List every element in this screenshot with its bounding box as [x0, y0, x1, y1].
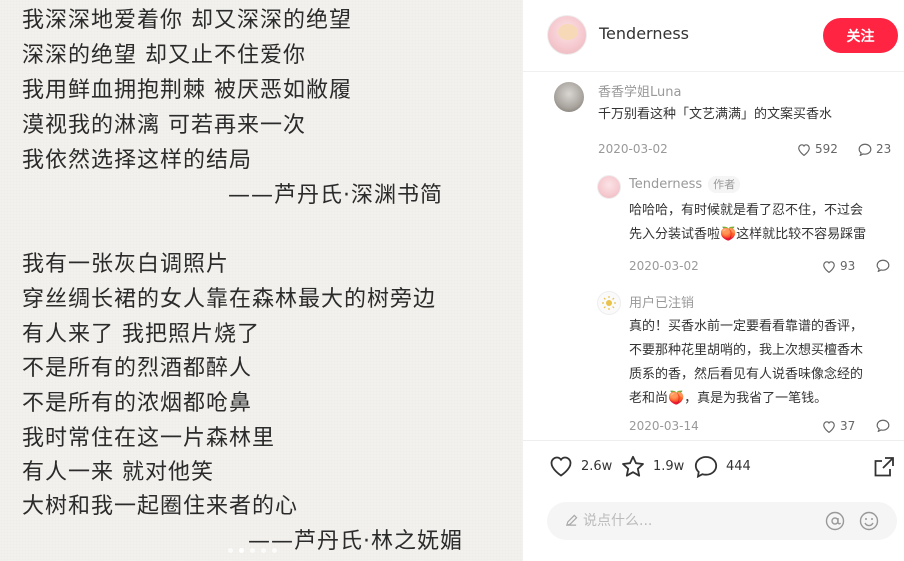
- comment-text-line: 不要那种花里胡哨的，我上次想买檀香木: [629, 343, 864, 358]
- carousel-dot[interactable]: [228, 548, 233, 553]
- avatar[interactable]: [554, 82, 584, 112]
- author-tag: 作者: [708, 176, 741, 193]
- heart-icon: [823, 420, 835, 433]
- reply-count: 23: [876, 142, 892, 156]
- reply-button[interactable]: [876, 419, 890, 432]
- engagement-bar: 2.6w 1.9w 444: [523, 440, 904, 498]
- like-button[interactable]: 592: [797, 142, 838, 156]
- avatar[interactable]: [597, 175, 621, 199]
- comment-date: 2020-03-02: [598, 142, 668, 156]
- poem-line: 漠视我的淋漓 可若再来一次: [22, 113, 306, 138]
- share-icon: [874, 457, 894, 477]
- comment-input-box[interactable]: [547, 502, 897, 540]
- reply-button[interactable]: [876, 259, 890, 272]
- like-count: 2.6w: [581, 458, 613, 474]
- comment-reply-item: 用户已注销 真的！买香水前一定要看看靠谱的香评， 不要那种花里胡哨的，我上次想买…: [523, 285, 904, 440]
- comment-text: 哈哈哈，有时候就是看了忍不住，不过会 先入分装试香啦🍑这样就比较不容易踩雷: [629, 199, 899, 247]
- heart-icon: [798, 143, 810, 156]
- author-bar: Tenderness 关注: [523, 0, 904, 72]
- comment-date: 2020-03-02: [629, 259, 699, 273]
- comment-text-line: 哈哈哈，有时候就是看了忍不住，不过会: [629, 203, 864, 218]
- reply-button[interactable]: 23: [858, 142, 891, 156]
- comment-username[interactable]: Tenderness 作者: [629, 176, 741, 193]
- comment-bubble-icon: [876, 419, 890, 432]
- note-detail: 我深深地爱着你 却又深深的绝望 深深的绝望 却又止不住爱你 我用鲜血拥抱荆棘 被…: [0, 0, 904, 561]
- carousel-dots: [228, 548, 277, 553]
- sun-icon: [602, 296, 616, 310]
- comment-text-line: 先入分装试香啦🍑这样就比较不容易踩雷: [629, 227, 867, 242]
- carousel-dot[interactable]: [272, 548, 277, 553]
- comment-count: 444: [726, 459, 751, 474]
- comment-reply-item: Tenderness 作者 哈哈哈，有时候就是看了忍不住，不过会 先入分装试香啦🍑…: [523, 169, 904, 279]
- poem-line: 我用鲜血拥抱荆棘 被厌恶如敝履: [22, 78, 352, 103]
- comment-text: 千万别看这种「文艺满满」的文案买香水: [598, 107, 833, 122]
- like-count: 592: [815, 142, 838, 156]
- poem-line: 我有一张灰白调照片: [22, 252, 230, 277]
- share-button[interactable]: [873, 456, 895, 482]
- carousel-dot[interactable]: [261, 548, 266, 553]
- poem-signature: ——芦丹氏·深渊书简: [228, 183, 443, 208]
- comment-text-line: 真的！买香水前一定要看看靠谱的香评，: [629, 319, 864, 334]
- carousel-dot[interactable]: [250, 548, 255, 553]
- poem-line: 我深深地爱着你 却又深深的绝望: [22, 8, 352, 33]
- poem-line: 有人一来 就对他笑: [22, 460, 214, 485]
- heart-icon: [823, 260, 835, 273]
- like-button[interactable]: 93: [822, 259, 855, 273]
- carousel-dot-active[interactable]: [239, 548, 244, 553]
- comment-input[interactable]: [583, 502, 813, 540]
- avatar[interactable]: [597, 291, 621, 315]
- like-button[interactable]: 37: [822, 419, 855, 433]
- like-note-button[interactable]: 2.6w: [549, 455, 612, 477]
- comment-item: 香香学姐Luna 千万别看这种「文艺满满」的文案买香水 2020-03-02 5…: [523, 73, 904, 163]
- poem-line: 不是所有的浓烟都呛鼻: [22, 391, 253, 416]
- comment-text: 真的！买香水前一定要看看靠谱的香评， 不要那种花里胡哨的，我上次想买檀香木 质系…: [629, 315, 899, 411]
- poem-line: 不是所有的烈酒都醉人: [22, 356, 253, 381]
- comment-bubble-icon: [876, 259, 890, 272]
- author-avatar[interactable]: [547, 15, 587, 55]
- pencil-icon: [565, 514, 578, 527]
- poem-line: 有人来了 我把照片烧了: [22, 322, 260, 347]
- comment-date: 2020-03-14: [629, 419, 699, 433]
- like-count: 93: [840, 259, 856, 273]
- collect-count: 1.9w: [653, 459, 685, 474]
- poem-line: 我依然选择这样的结局: [22, 148, 253, 173]
- comment-text-line: 老和尚🍑，真是为我省了一笔钱。: [629, 391, 828, 406]
- poem-line: 我时常住在这一片森林里: [22, 426, 276, 451]
- poem-line: 大树和我一起圈住来者的心: [22, 494, 299, 519]
- comment-username[interactable]: 用户已注销: [629, 292, 694, 311]
- comment-note-button[interactable]: 444: [694, 455, 751, 478]
- comment-text-line: 质系的香，然后看见有人说香味像念经的: [629, 367, 864, 382]
- comment-bubble-icon: [858, 143, 872, 156]
- reply-username: Tenderness: [629, 177, 703, 192]
- author-name[interactable]: Tenderness: [599, 24, 689, 43]
- at-icon[interactable]: [825, 511, 845, 531]
- emoji-icon[interactable]: [859, 511, 879, 531]
- side-panel: Tenderness 关注 香香学姐Luna 千万别看这种「文艺满满」的文案买香…: [523, 0, 904, 561]
- follow-button[interactable]: 关注: [823, 18, 898, 53]
- collect-button[interactable]: 1.9w: [621, 455, 684, 478]
- comment-bubble-icon: [694, 456, 718, 478]
- poem-line: 深深的绝望 却又止不住爱你: [22, 43, 306, 68]
- note-image[interactable]: 我深深地爱着你 却又深深的绝望 深深的绝望 却又止不住爱你 我用鲜血拥抱荆棘 被…: [0, 0, 523, 561]
- poem-line: 穿丝绸长裙的女人靠在森林最大的树旁边: [22, 287, 437, 312]
- comment-list: 香香学姐Luna 千万别看这种「文艺满满」的文案买香水 2020-03-02 5…: [523, 73, 904, 440]
- star-icon: [622, 455, 644, 477]
- heart-icon: [550, 456, 572, 477]
- like-count: 37: [840, 419, 856, 433]
- poem-signature: ——芦丹氏·林之妩媚: [248, 529, 463, 554]
- comment-username[interactable]: 香香学姐Luna: [598, 81, 681, 100]
